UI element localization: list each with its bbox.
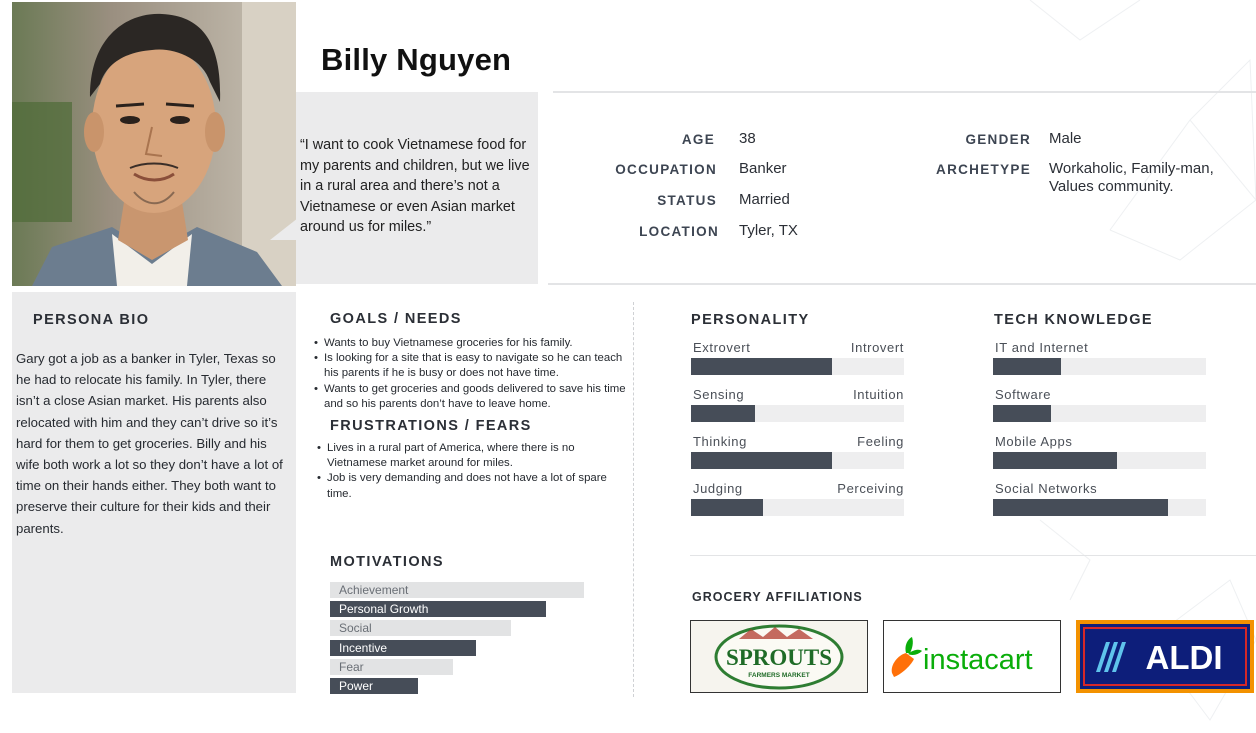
persona-name: Billy Nguyen: [321, 42, 512, 77]
goals-item: Wants to buy Vietnamese groceries for hi…: [314, 336, 632, 351]
personality-track: [691, 452, 904, 469]
motivation-label: Personal Growth: [339, 602, 429, 617]
sprouts-logo: SPROUTS FARMERS MARKET: [690, 620, 868, 693]
personality-track: [691, 358, 904, 375]
gender-label: GENDER: [965, 132, 1031, 147]
goals-item: Wants to get groceries and goods deliver…: [314, 382, 632, 412]
instacart-logo: instacart: [883, 620, 1061, 693]
personality-track: [691, 405, 904, 422]
motivation-row: Fear: [330, 658, 622, 675]
motivation-row: Achievement: [330, 582, 622, 598]
frustrations-title: FRUSTRATIONS / FEARS: [330, 418, 532, 434]
tech-label: Software: [995, 387, 1052, 402]
instacart-wordmark: instacart: [923, 644, 1033, 676]
motivation-row: Incentive: [330, 639, 622, 656]
quote-pointer: [270, 218, 298, 240]
affiliations-divider: [690, 555, 1256, 556]
motivation-row: Social: [330, 620, 622, 637]
motivation-label: Achievement: [339, 583, 409, 597]
motivation-row: Personal Growth: [330, 601, 622, 618]
tech-label: IT and Internet: [995, 340, 1089, 355]
age-label: AGE: [681, 132, 715, 147]
goals-item: Is looking for a site that is easy to na…: [314, 351, 632, 381]
personality-right-label: Introvert: [850, 340, 904, 355]
bio-title: PERSONA BIO: [33, 312, 150, 328]
archetype-value-line2: Values community.: [1049, 178, 1174, 195]
status-value: Married: [739, 191, 790, 208]
motivation-row: Power: [330, 678, 622, 694]
personality-title: PERSONALITY: [691, 312, 810, 328]
motivation-label: Social: [339, 621, 372, 636]
personality-fill: [691, 405, 755, 422]
sprouts-subtitle: FARMERS MARKET: [748, 672, 809, 679]
personality-track: [691, 499, 904, 516]
tech-fill: [993, 405, 1051, 422]
gender-value: Male: [1049, 130, 1082, 147]
age-value: 38: [739, 130, 756, 147]
affiliations-title: GROCERY AFFILIATIONS: [692, 590, 863, 604]
occupation-label: OCCUPATION: [615, 162, 717, 177]
status-label: STATUS: [657, 193, 717, 208]
location-value: Tyler, TX: [739, 222, 798, 239]
personality-right-label: Intuition: [853, 387, 904, 402]
personality-left-label: Sensing: [693, 387, 745, 402]
motivation-label: Incentive: [339, 640, 388, 655]
personality-fill: [691, 358, 832, 375]
personality-fill: [691, 499, 763, 516]
frustrations-item: Job is very demanding and does not have …: [317, 471, 617, 501]
tech-title: TECH KNOWLEDGE: [994, 312, 1153, 328]
frustrations-list: Lives in a rural part of America, where …: [317, 441, 617, 502]
personality-left-label: Judging: [693, 481, 743, 496]
tech-label: Social Networks: [995, 481, 1098, 496]
motivation-label: Power: [339, 679, 374, 693]
aldi-logo: ALDI: [1076, 620, 1254, 693]
tech-track: [993, 499, 1206, 516]
sprouts-wordmark: SPROUTS: [726, 645, 832, 670]
tech-track: [993, 358, 1206, 375]
tech-label: Mobile Apps: [995, 434, 1073, 449]
column-divider: [633, 302, 634, 697]
tech-fill: [993, 499, 1168, 516]
persona-quote: “I want to cook Vietnamese food for my p…: [300, 137, 530, 235]
tech-fill: [993, 358, 1061, 375]
personality-left-label: Thinking: [693, 434, 747, 449]
bio-text: Gary got a job as a banker in Tyler, Tex…: [16, 351, 283, 536]
section-divider: [548, 283, 1256, 285]
goals-title: GOALS / NEEDS: [330, 311, 462, 327]
personality-left-label: Extrovert: [693, 340, 751, 355]
aldi-wordmark: ALDI: [1146, 639, 1223, 676]
archetype-value-line1: Workaholic, Family-man,: [1049, 160, 1214, 177]
personality-right-label: Perceiving: [837, 481, 904, 496]
location-label: LOCATION: [639, 224, 719, 239]
goals-list: Wants to buy Vietnamese groceries for hi…: [314, 336, 632, 412]
header-divider: [553, 91, 1256, 93]
personality-right-label: Feeling: [857, 434, 904, 449]
archetype-label: ARCHETYPE: [936, 162, 1031, 177]
tech-fill: [993, 452, 1117, 469]
tech-track: [993, 405, 1206, 422]
personality-fill: [691, 452, 832, 469]
motivation-label: Fear: [339, 659, 364, 674]
frustrations-item: Lives in a rural part of America, where …: [317, 441, 617, 471]
tech-track: [993, 452, 1206, 469]
persona-photo: [12, 2, 296, 286]
motivations-title: MOTIVATIONS: [330, 554, 444, 570]
occupation-value: Banker: [739, 160, 787, 177]
